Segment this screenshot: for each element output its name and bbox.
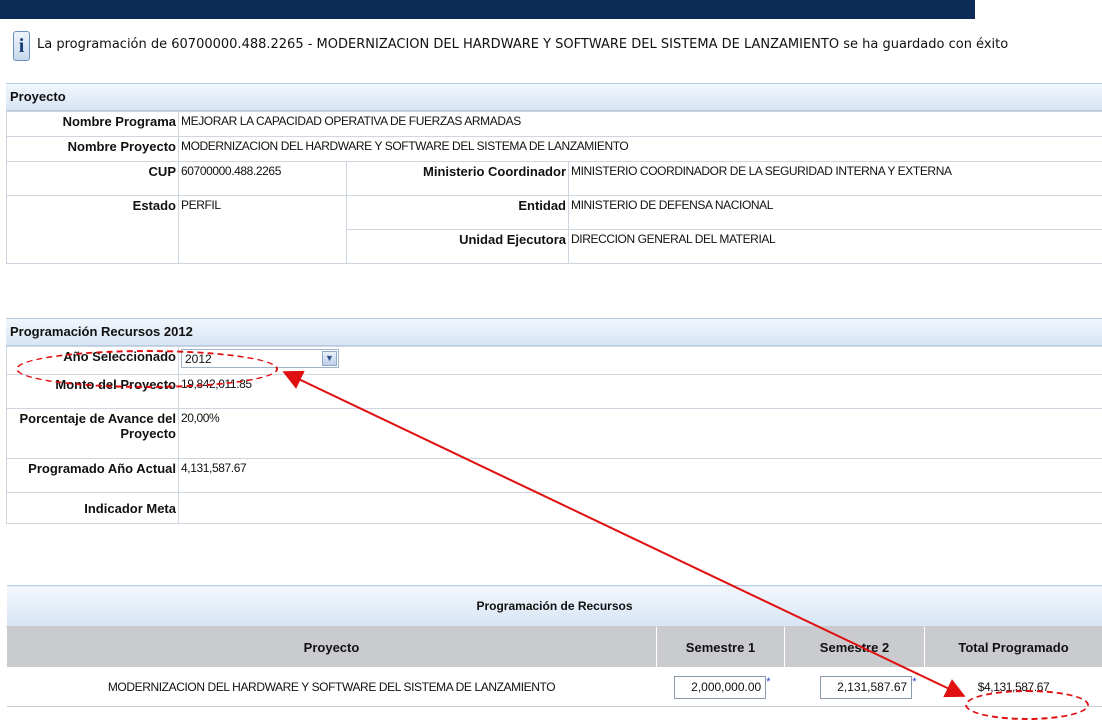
annotation-arrow [0,0,1102,712]
